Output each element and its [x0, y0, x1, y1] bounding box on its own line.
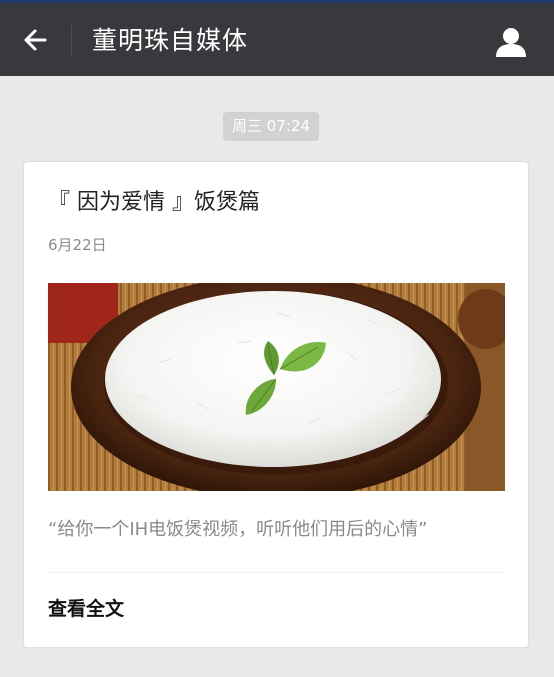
article-card[interactable]: 『 因为爱情 』饭煲篇 6月22日 “给你一个IH电饭煲视频，听听他们用后的心情…	[23, 161, 529, 648]
profile-button[interactable]	[494, 25, 528, 59]
person-icon	[496, 28, 526, 57]
article-description: “给你一个IH电饭煲视频，听听他们用后的心情”	[48, 519, 428, 540]
top-navigation-bar: 董明珠自媒体	[0, 0, 554, 76]
timestamp-badge: 周三 07:24	[223, 112, 319, 141]
back-button[interactable]	[20, 25, 50, 55]
article-cover-image	[48, 283, 505, 491]
header-divider	[71, 25, 72, 57]
card-divider	[48, 572, 504, 573]
page-title: 董明珠自媒体	[92, 26, 249, 55]
back-arrow-icon	[24, 29, 47, 51]
article-date: 6月22日	[48, 236, 107, 254]
read-full-article-link[interactable]: 查看全文	[48, 596, 124, 622]
article-title: 『 因为爱情 』饭煲篇	[48, 190, 260, 215]
